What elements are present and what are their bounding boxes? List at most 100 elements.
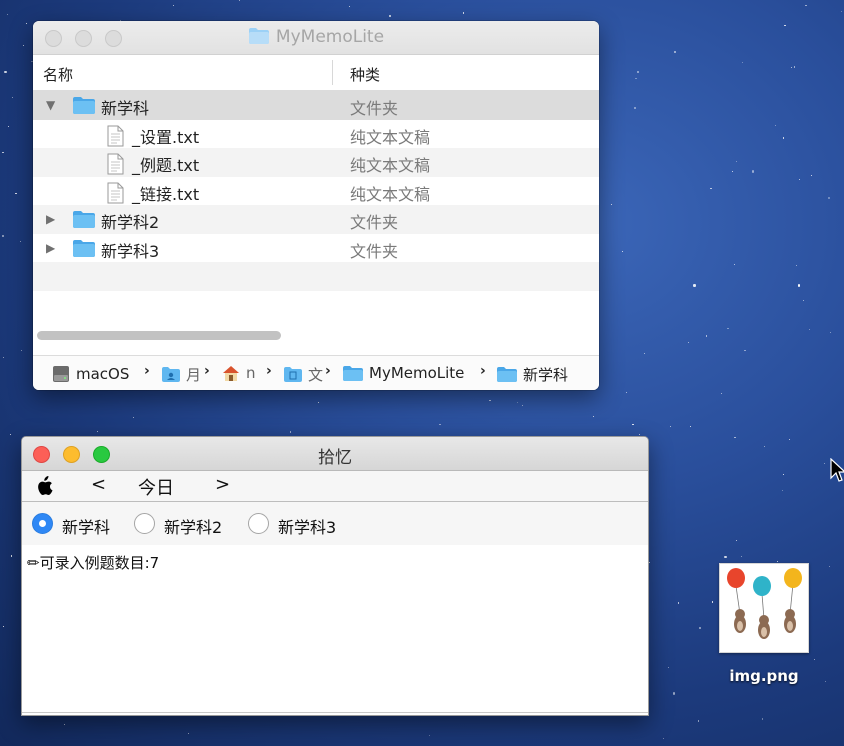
star-dot: [7, 125, 10, 127]
star-dot: [674, 50, 677, 54]
folder-icon: [72, 96, 96, 119]
star-dot: [9, 433, 11, 435]
prev-day-button[interactable]: <: [91, 474, 106, 495]
file-name: 新学科3: [101, 241, 160, 261]
empty-row: [33, 262, 599, 291]
text-document-icon: [106, 153, 124, 179]
star-dot: [15, 192, 17, 195]
star-dot: [828, 565, 831, 567]
memo-text-area[interactable]: ✏可录入例题数目:7: [22, 545, 648, 715]
folder-icon: [72, 210, 96, 233]
subject-radio-label[interactable]: 新学科3: [278, 514, 336, 538]
file-name: _例题.txt: [132, 156, 200, 175]
folder-icon: [72, 239, 96, 262]
star-dot: [23, 45, 25, 47]
star-dot: [782, 137, 784, 139]
memo-toolbar: < 今日 >: [22, 471, 648, 502]
file-row[interactable]: _链接.txt 纯文本文稿: [33, 177, 599, 206]
star-dot: [710, 187, 712, 189]
path-separator: ›: [144, 363, 150, 379]
disclosure-triangle-icon[interactable]: ▶: [46, 212, 55, 226]
path-item-mymemolite[interactable]: MyMemoLite: [342, 364, 464, 382]
file-row[interactable]: ▶ 新学科3 文件夹: [33, 234, 599, 263]
subject-radio-label[interactable]: 新学科2: [164, 514, 222, 538]
file-name: 新学科: [101, 99, 150, 118]
finder-titlebar[interactable]: MyMemoLite: [33, 21, 599, 55]
star-dot: [727, 328, 729, 330]
subject-radio-label[interactable]: 新学科: [62, 514, 110, 538]
path-item-current[interactable]: 新学科: [496, 364, 568, 385]
apple-menu-icon[interactable]: [35, 476, 53, 501]
star-dot: [783, 474, 785, 476]
star-dot: [238, 0, 241, 2]
star-dot: [521, 405, 523, 407]
star-dot: [761, 718, 764, 720]
path-separator: ›: [480, 363, 486, 379]
star-dot: [20, 240, 22, 242]
star-dot: [808, 329, 810, 331]
path-item-home[interactable]: n: [221, 364, 256, 382]
file-row[interactable]: ▶ 新学科2 文件夹: [33, 205, 599, 234]
path-label: 文: [308, 366, 324, 384]
star-dot: [172, 5, 175, 7]
file-row[interactable]: ▼ 新学科 文件夹: [33, 91, 599, 120]
star-dot: [6, 13, 8, 15]
column-header: 名称 种类: [33, 55, 599, 91]
disclosure-triangle-icon[interactable]: ▼: [46, 98, 55, 112]
divider: [22, 712, 648, 713]
column-header-name[interactable]: 名称: [43, 64, 73, 85]
star-dot: [741, 555, 743, 557]
star-dot: [2, 356, 4, 358]
horizontal-scrollbar[interactable]: [33, 328, 599, 342]
path-label: 月: [186, 366, 202, 384]
star-dot: [764, 445, 766, 447]
file-kind: 文件夹: [350, 99, 399, 118]
file-row[interactable]: _设置.txt 纯文本文稿: [33, 120, 599, 149]
file-kind: 纯文本文稿: [350, 156, 431, 175]
path-separator: ›: [325, 363, 331, 379]
empty-row: [33, 291, 599, 320]
file-name: 新学科2: [101, 213, 160, 232]
star-dot: [775, 124, 777, 126]
disclosure-triangle-icon[interactable]: ▶: [46, 241, 55, 255]
star-dot: [735, 161, 738, 163]
next-day-button[interactable]: >: [215, 474, 230, 495]
column-divider[interactable]: [332, 60, 333, 85]
file-list: ▼ 新学科 文件夹 _设置.txt 纯文本文稿 _例题.txt 纯文本文稿 _链…: [33, 91, 599, 319]
path-item-macos[interactable]: macOS: [51, 364, 129, 384]
subject-selector: 新学科 新学科2 新学科3: [22, 502, 648, 546]
star-dot: [517, 402, 519, 404]
star-dot: [622, 251, 624, 253]
star-dot: [784, 25, 786, 27]
subject-radio-3[interactable]: [248, 513, 269, 534]
star-dot: [439, 423, 441, 425]
column-header-kind[interactable]: 种类: [350, 64, 380, 85]
subject-radio-1[interactable]: [32, 513, 53, 534]
star-dot: [349, 6, 351, 8]
path-label: 新学科: [523, 366, 569, 384]
star-dot: [133, 416, 135, 419]
path-item-user[interactable]: 月: [161, 364, 201, 385]
star-dot: [4, 71, 7, 74]
path-bar: macOS › 月 › n › 文 › MyMemoLite › 新学科: [33, 355, 599, 390]
star-dot: [734, 437, 736, 439]
star-dot: [790, 66, 792, 68]
star-dot: [388, 14, 392, 17]
star-dot: [803, 300, 805, 302]
desktop-file-img[interactable]: img.png: [718, 563, 810, 685]
star-dot: [632, 424, 634, 426]
file-row[interactable]: _例题.txt 纯文本文稿: [33, 148, 599, 177]
file-kind: 文件夹: [350, 241, 399, 261]
star-dot: [592, 415, 594, 417]
user-folder-icon: [162, 367, 180, 382]
memo-titlebar[interactable]: 拾忆: [22, 437, 648, 471]
scrollbar-thumb[interactable]: [37, 331, 281, 340]
star-dot: [96, 430, 98, 433]
star-dot: [824, 681, 826, 683]
subject-radio-2[interactable]: [134, 513, 155, 534]
finder-window: MyMemoLite 名称 种类 ▼ 新学科 文件夹 _设置.txt 纯文本文稿: [33, 21, 599, 390]
path-item-documents[interactable]: 文: [283, 364, 323, 385]
star-dot: [776, 560, 778, 563]
today-button[interactable]: 今日: [138, 474, 174, 500]
star-dot: [781, 490, 783, 492]
